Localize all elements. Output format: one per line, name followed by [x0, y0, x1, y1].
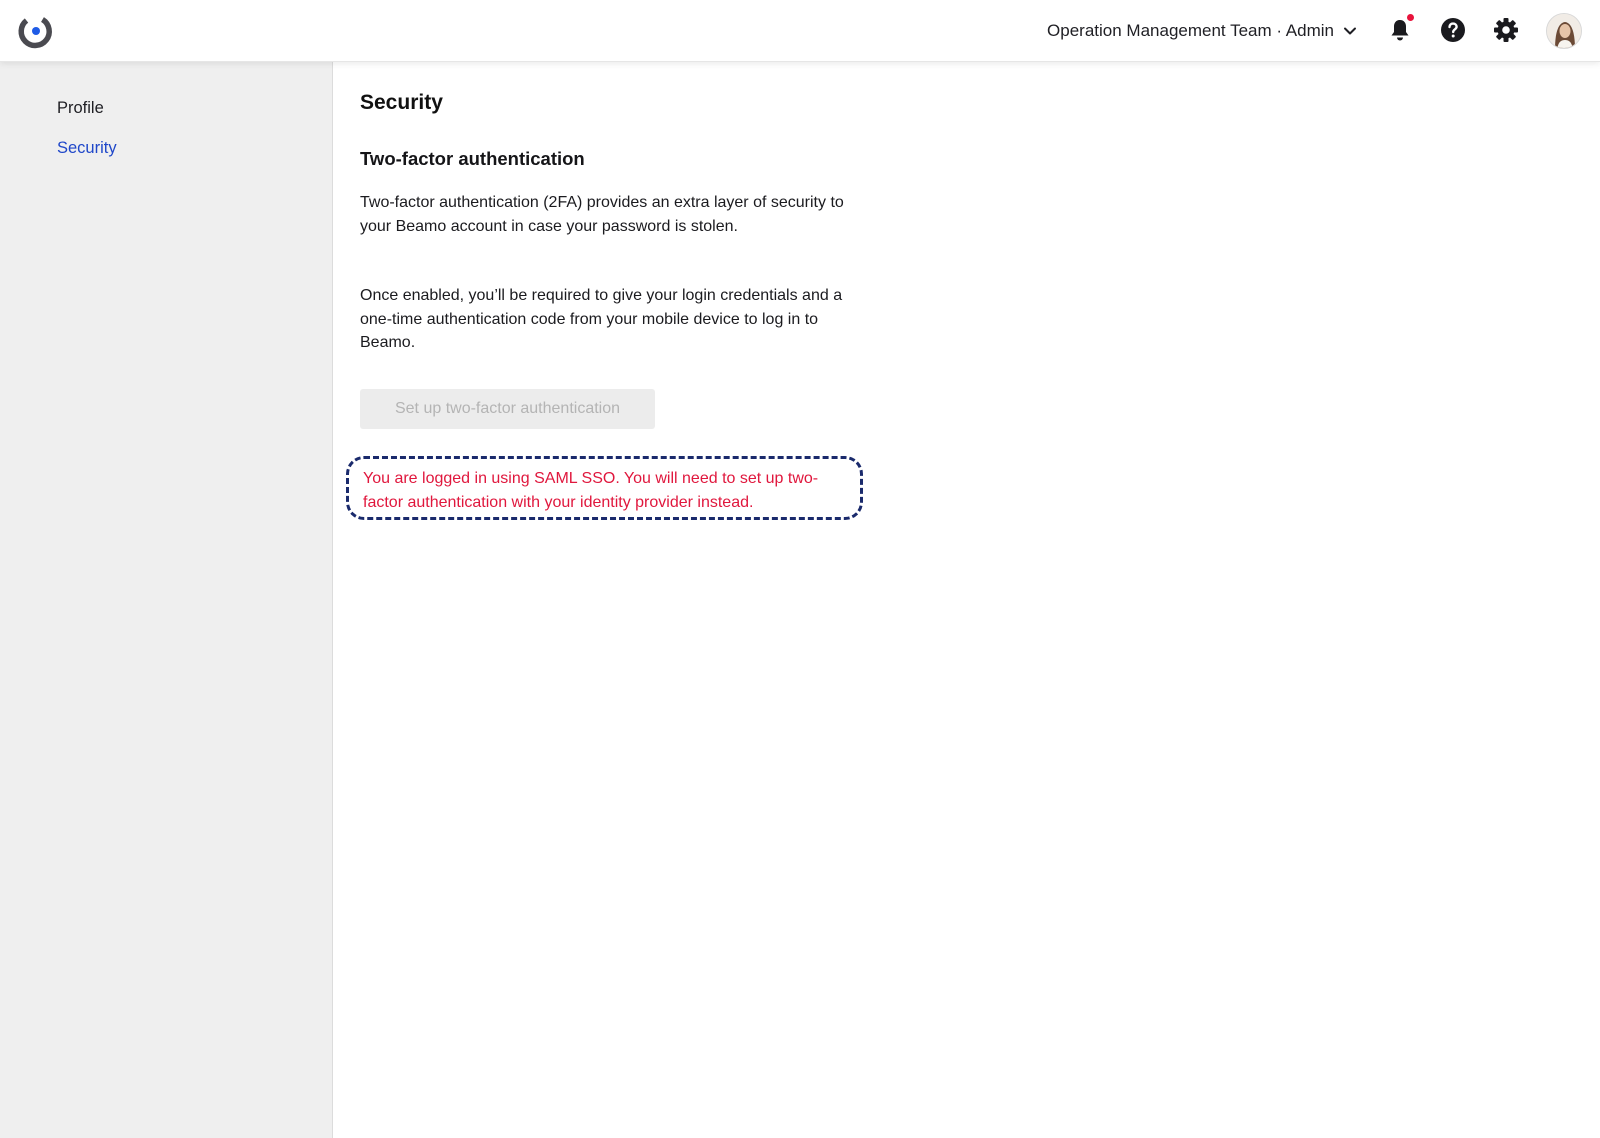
help-circle-icon [1441, 18, 1465, 42]
sso-notice-text: You are logged in using SAML SSO. You wi… [363, 470, 819, 511]
chevron-down-icon [1344, 27, 1356, 35]
page-title: Security [360, 91, 443, 114]
team-switcher-label: Operation Management Team · Admin [1047, 21, 1334, 40]
gear-icon [1494, 18, 1518, 42]
security-panel: Security Two-factor authentication Two-f… [333, 62, 1600, 1138]
help-button[interactable] [1438, 15, 1468, 45]
two-factor-requirement-text: Once enabled, you’ll be required to give… [360, 287, 843, 351]
sso-notice: You are logged in using SAML SSO. You wi… [346, 456, 863, 520]
sidebar-item-profile[interactable]: Profile [57, 99, 104, 118]
notifications-button[interactable] [1385, 14, 1415, 45]
two-factor-description: Two-factor authentication (2FA) provides… [360, 194, 844, 235]
sidebar-item-security[interactable]: Security [57, 139, 117, 158]
notification-badge [1407, 14, 1414, 21]
beamo-logo-icon[interactable] [17, 12, 55, 50]
two-factor-section-title: Two-factor authentication [360, 148, 585, 169]
settings-button[interactable] [1491, 15, 1521, 45]
top-bar: Operation Management Team · Admin [0, 0, 1600, 62]
settings-sidebar: Profile Security [0, 62, 333, 1138]
user-avatar[interactable] [1546, 13, 1582, 49]
bell-icon [1391, 20, 1409, 41]
team-switcher[interactable]: Operation Management Team · Admin [1047, 18, 1358, 44]
setup-two-factor-button[interactable]: Set up two-factor authentication [360, 389, 655, 429]
